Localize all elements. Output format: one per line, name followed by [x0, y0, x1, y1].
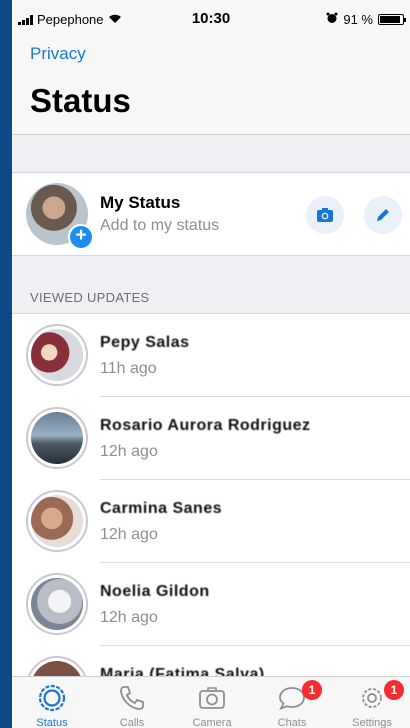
update-time: 11h ago — [100, 360, 157, 377]
update-time: 12h ago — [100, 526, 158, 543]
phone-icon — [120, 686, 144, 710]
avatar — [31, 412, 83, 464]
status-ring — [26, 573, 88, 635]
avatar — [31, 578, 83, 630]
pencil-icon — [377, 209, 389, 221]
status-bar: Pepephone 10:30 91 % — [12, 0, 410, 38]
avatar — [31, 329, 83, 381]
battery-percent: 91 % — [343, 12, 373, 27]
nav-header: Privacy Status — [12, 38, 410, 135]
camera-icon — [317, 208, 333, 222]
section-header: VIEWED UPDATES — [30, 290, 150, 305]
list-item[interactable]: Pepy Salas 11h ago — [12, 314, 410, 397]
tab-label: Settings — [352, 717, 392, 728]
notification-badge: 1 — [384, 680, 404, 700]
tab-status[interactable]: Status — [12, 677, 92, 728]
status-ring — [26, 324, 88, 386]
alarm-icon — [326, 12, 338, 27]
tab-calls[interactable]: Calls — [92, 677, 172, 728]
privacy-link[interactable]: Privacy — [30, 44, 86, 64]
edit-text-button[interactable] — [364, 196, 402, 234]
page-title: Status — [30, 82, 131, 119]
status-icon — [38, 684, 66, 712]
gear-icon — [362, 688, 382, 708]
tab-label: Camera — [192, 717, 232, 728]
contact-name: Carmina Sanes — [100, 500, 223, 517]
update-time: 12h ago — [100, 609, 158, 626]
tab-settings[interactable]: 1 Settings — [332, 677, 410, 728]
viewed-updates-list: Pepy Salas 11h ago Rosario Aurora Rodrig… — [12, 313, 410, 728]
status-ring — [26, 407, 88, 469]
my-status-subtitle: Add to my status — [100, 217, 220, 234]
tab-chats[interactable]: 1 Chats — [252, 677, 332, 728]
list-item[interactable]: Noelia Gildon 12h ago — [12, 563, 410, 646]
add-status-icon[interactable]: + — [68, 224, 94, 250]
tab-bar: Status Calls Camera 1 Chats 1 Settings — [12, 676, 410, 728]
camera-icon — [199, 687, 225, 709]
unread-badge: 1 — [302, 680, 322, 700]
tab-label: Calls — [119, 717, 145, 728]
status-ring — [26, 490, 88, 552]
tab-label: Chats — [277, 717, 307, 728]
tab-camera[interactable]: Camera — [172, 677, 252, 728]
camera-button[interactable] — [306, 196, 344, 234]
tab-label: Status — [36, 717, 68, 728]
list-item[interactable]: Carmina Sanes 12h ago — [12, 480, 410, 563]
list-item[interactable]: Rosario Aurora Rodriguez 12h ago — [12, 397, 410, 480]
battery-icon — [378, 14, 406, 25]
my-status-row[interactable]: + My Status Add to my status — [12, 172, 410, 256]
status-screen: Pepephone 10:30 91 % Privacy Status + My… — [12, 0, 410, 728]
update-time: 12h ago — [100, 443, 158, 460]
contact-name: Rosario Aurora Rodriguez — [100, 417, 311, 434]
my-status-name: My Status — [100, 193, 181, 212]
contact-name: Noelia Gildon — [100, 583, 210, 600]
avatar — [31, 495, 83, 547]
contact-name: Pepy Salas — [100, 334, 190, 351]
